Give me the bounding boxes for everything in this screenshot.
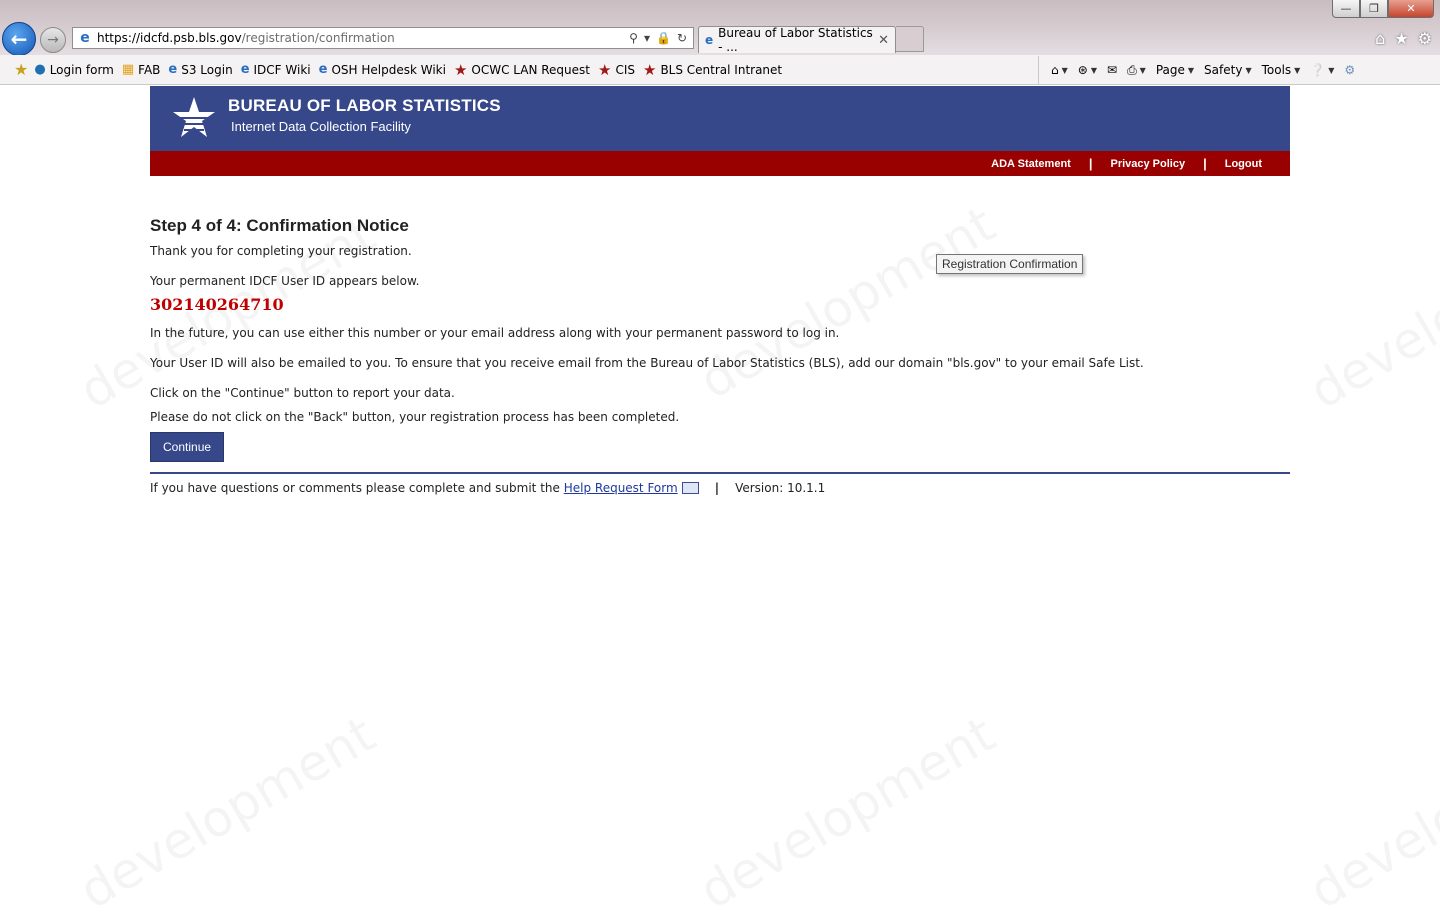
email-note-text: Your User ID will also be emailed to you… bbox=[150, 356, 1144, 370]
ie-icon: e bbox=[168, 62, 178, 77]
lock-icon[interactable]: 🔒 bbox=[656, 31, 671, 45]
minimize-icon[interactable]: — bbox=[1332, 0, 1360, 18]
gear-button[interactable]: ⚙ bbox=[1344, 63, 1355, 77]
logout-link[interactable]: Logout bbox=[1225, 158, 1262, 170]
new-tab-button[interactable] bbox=[896, 26, 924, 52]
browser-tab[interactable]: e Bureau of Labor Statistics - ... ✕ bbox=[698, 26, 896, 54]
mail-icon bbox=[681, 482, 699, 494]
utility-nav: ADA Statement | Privacy Policy | Logout bbox=[150, 151, 1290, 176]
favorites-star-icon[interactable]: ★ bbox=[14, 60, 28, 79]
thank-you-text: Thank you for completing your registrati… bbox=[150, 244, 412, 258]
address-host: https://idcfd.psb.bls.gov bbox=[97, 31, 242, 45]
favorite-idcf-wiki[interactable]: e IDCF Wiki bbox=[241, 62, 311, 77]
site-subtitle: Internet Data Collection Facility bbox=[231, 119, 411, 134]
ie-page-icon: e bbox=[80, 30, 90, 46]
watermark: development bbox=[1300, 205, 1440, 420]
bls-star-logo-icon bbox=[173, 97, 215, 137]
favorite-bls-central-intranet[interactable]: ★ BLS Central Intranet bbox=[643, 61, 782, 79]
red-star-icon: ★ bbox=[597, 60, 612, 79]
ada-statement-link[interactable]: ADA Statement bbox=[991, 158, 1071, 170]
help-icon: ❔ bbox=[1310, 63, 1326, 77]
home-icon: ⌂ bbox=[1051, 63, 1059, 77]
home-menu[interactable]: ⌂ ▼ bbox=[1051, 63, 1068, 77]
mail-icon: ✉ bbox=[1107, 63, 1118, 77]
page: BUREAU OF LABOR STATISTICS Internet Data… bbox=[150, 86, 1290, 495]
site-header: BUREAU OF LABOR STATISTICS Internet Data… bbox=[150, 86, 1290, 151]
dropdown-icon[interactable]: ▾ bbox=[644, 31, 650, 45]
chevron-down-icon: ▼ bbox=[1139, 65, 1146, 75]
favorite-s3-login[interactable]: e S3 Login bbox=[168, 62, 232, 77]
chevron-down-icon: ▼ bbox=[1245, 65, 1252, 75]
page-title: Step 4 of 4: Confirmation Notice bbox=[150, 216, 409, 235]
chevron-down-icon: ▼ bbox=[1090, 65, 1097, 75]
search-icon[interactable]: ⚲ bbox=[629, 31, 638, 45]
favorite-osh-helpdesk-wiki[interactable]: e OSH Helpdesk Wiki bbox=[319, 62, 446, 77]
favorite-fab[interactable]: ▦ FAB bbox=[122, 62, 161, 77]
ie-tab-icon: e bbox=[705, 33, 714, 47]
privacy-policy-link[interactable]: Privacy Policy bbox=[1110, 158, 1185, 170]
page-menu[interactable]: Page ▼ bbox=[1156, 63, 1194, 77]
help-menu[interactable]: ❔ ▼ bbox=[1310, 63, 1334, 77]
print-menu[interactable]: ⎙ ▼ bbox=[1127, 63, 1146, 78]
close-window-icon[interactable]: ✕ bbox=[1388, 0, 1434, 18]
chevron-down-icon: ▼ bbox=[1187, 65, 1195, 75]
watermark: development bbox=[690, 705, 1005, 920]
back-button[interactable]: ← bbox=[2, 22, 36, 56]
address-path: /registration/confirmation bbox=[241, 31, 395, 45]
ie-icon: e bbox=[240, 62, 250, 77]
tab-close-icon[interactable]: ✕ bbox=[878, 33, 889, 48]
address-bar[interactable]: e https://idcfd.psb.bls.gov/registration… bbox=[72, 27, 694, 49]
red-star-icon: ★ bbox=[453, 60, 468, 79]
forward-button[interactable]: → bbox=[40, 27, 66, 53]
ie-icon: e bbox=[318, 62, 328, 77]
tools-menu[interactable]: Tools ▼ bbox=[1262, 63, 1301, 77]
version-text: Version: 10.1.1 bbox=[735, 481, 826, 495]
nav-separator: | bbox=[1088, 156, 1093, 171]
red-star-icon: ★ bbox=[642, 60, 657, 79]
favorite-ocwc-lan-request[interactable]: ★ OCWC LAN Request bbox=[454, 61, 590, 79]
globe-icon: ● bbox=[34, 62, 46, 77]
favorite-cis[interactable]: ★ CIS bbox=[598, 61, 635, 79]
site-title: BUREAU OF LABOR STATISTICS bbox=[228, 96, 501, 115]
printer-icon: ⎙ bbox=[1127, 62, 1137, 77]
command-bar: ⌂ ▼ ⊛ ▼ ✉ ⎙ ▼ Page ▼ Safety ▼ Tools ▼ ❔ ▼ ⚙ bbox=[1038, 56, 1355, 84]
chevron-down-icon: ▼ bbox=[1061, 65, 1068, 75]
future-login-text: In the future, you can use either this n… bbox=[150, 326, 840, 340]
browser-toolbar-icons: ⌂ ★ ⚙ bbox=[1375, 29, 1432, 48]
watermark: development bbox=[70, 705, 385, 920]
continue-button[interactable]: Continue bbox=[150, 432, 225, 462]
arrow-right-icon: → bbox=[47, 32, 59, 48]
multi-icon: ▦ bbox=[121, 62, 135, 77]
footer-separator: | bbox=[714, 481, 720, 495]
settings-gear-icon[interactable]: ⚙ bbox=[1418, 29, 1432, 48]
chevron-down-icon: ▼ bbox=[1328, 65, 1335, 75]
mail-button[interactable]: ✉ bbox=[1107, 63, 1117, 77]
watermark: development bbox=[1300, 705, 1440, 920]
back-warning-text: Please do not click on the "Back" button… bbox=[150, 410, 680, 424]
favorite-login-form[interactable]: ● Login form bbox=[34, 62, 114, 77]
registration-confirmation-tooltip: Registration Confirmation bbox=[936, 254, 1084, 274]
browser-title-bar: — ❐ ✕ ← → e https://idcfd.psb.bls.gov/re… bbox=[0, 0, 1440, 56]
address-tools: ⚲ ▾ 🔒 ↻ bbox=[629, 31, 693, 45]
continue-instruction-text: Click on the "Continue" button to report… bbox=[150, 386, 455, 400]
rss-icon: ⊛ bbox=[1077, 63, 1088, 77]
favorites-star-icon[interactable]: ★ bbox=[1394, 29, 1408, 48]
safety-menu[interactable]: Safety ▼ bbox=[1204, 63, 1252, 77]
confirmation-content: Step 4 of 4: Confirmation Notice Thank y… bbox=[150, 176, 1290, 495]
feeds-menu[interactable]: ⊛ ▼ bbox=[1078, 63, 1097, 77]
tab-title: Bureau of Labor Statistics - ... bbox=[718, 26, 873, 54]
user-id-intro-text: Your permanent IDCF User ID appears belo… bbox=[150, 274, 420, 288]
chevron-down-icon: ▼ bbox=[1294, 65, 1301, 75]
home-icon[interactable]: ⌂ bbox=[1375, 29, 1385, 48]
refresh-icon[interactable]: ↻ bbox=[677, 31, 687, 45]
restore-icon[interactable]: ❐ bbox=[1360, 0, 1388, 18]
user-id-value: 302140264710 bbox=[150, 295, 284, 314]
help-request-form-link[interactable]: Help Request Form bbox=[564, 481, 678, 495]
footer-question-text: If you have questions or comments please… bbox=[150, 481, 560, 495]
window-controls: — ❐ ✕ bbox=[1332, 0, 1434, 18]
gear-icon: ⚙ bbox=[1344, 63, 1356, 77]
nav-separator: | bbox=[1203, 156, 1207, 171]
footer: If you have questions or comments please… bbox=[150, 474, 1290, 495]
arrow-left-icon: ← bbox=[10, 27, 28, 51]
